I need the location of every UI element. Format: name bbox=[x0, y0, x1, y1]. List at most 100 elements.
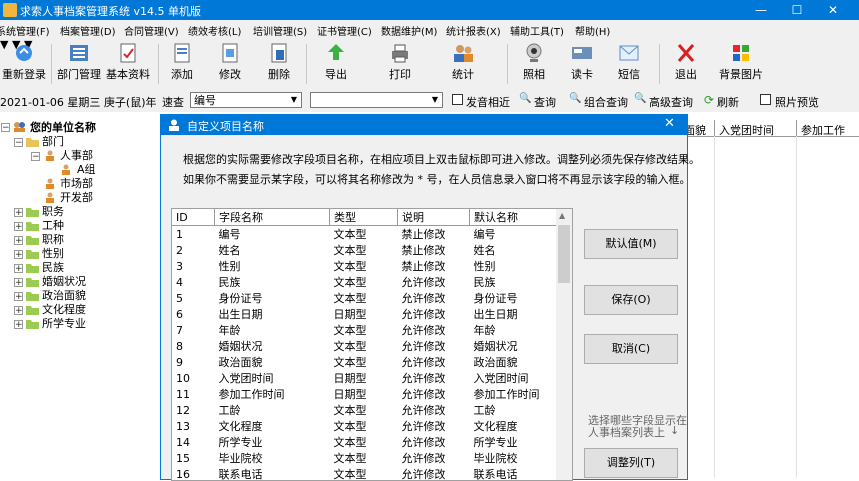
cell-id[interactable]: 16 bbox=[172, 466, 215, 481]
query-button[interactable]: 查询 bbox=[534, 94, 556, 110]
tree-node-category[interactable]: 性别 bbox=[42, 247, 64, 261]
cell-type[interactable]: 日期型 bbox=[330, 386, 398, 402]
cell-desc[interactable]: 允许修改 bbox=[398, 466, 470, 481]
cell-field-name[interactable]: 性别 bbox=[215, 258, 330, 274]
table-row[interactable]: 3性别文本型禁止修改性别 bbox=[172, 258, 564, 274]
tree-node-category[interactable]: 政治面貌 bbox=[42, 289, 86, 303]
cell-type[interactable]: 文本型 bbox=[330, 466, 398, 481]
vertical-scrollbar[interactable]: ▲ bbox=[556, 209, 572, 480]
menu-help[interactable]: 帮助(H) bbox=[575, 23, 610, 38]
cell-default-name[interactable]: 参加工作时间 bbox=[470, 386, 565, 402]
menu-contract[interactable]: 合同管理(V) bbox=[124, 23, 179, 38]
expand-toggle[interactable]: + bbox=[14, 320, 23, 329]
cell-default-name[interactable]: 文化程度 bbox=[470, 418, 565, 434]
cell-desc[interactable]: 允许修改 bbox=[398, 306, 470, 322]
minimize-button[interactable]: — bbox=[743, 0, 779, 20]
cell-id[interactable]: 6 bbox=[172, 306, 215, 322]
cell-id[interactable]: 2 bbox=[172, 242, 215, 258]
delete-button[interactable]: 删除 bbox=[259, 42, 299, 86]
menu-archive[interactable]: 档案管理(D) bbox=[60, 23, 116, 38]
cell-default-name[interactable]: 出生日期 bbox=[470, 306, 565, 322]
cell-field-name[interactable]: 身份证号 bbox=[215, 290, 330, 306]
column-header-id[interactable]: ID bbox=[172, 209, 215, 226]
basic-info-button[interactable]: 基本资料 bbox=[104, 42, 152, 86]
cell-field-name[interactable]: 政治面貌 bbox=[215, 354, 330, 370]
cell-default-name[interactable]: 工龄 bbox=[470, 402, 565, 418]
edit-button[interactable]: 修改 bbox=[210, 42, 250, 86]
cell-default-name[interactable]: 联系电话 bbox=[470, 466, 565, 481]
cell-field-name[interactable]: 所学专业 bbox=[215, 434, 330, 450]
cell-desc[interactable]: 禁止修改 bbox=[398, 226, 470, 243]
cell-desc[interactable]: 禁止修改 bbox=[398, 242, 470, 258]
tree-node-category[interactable]: 职务 bbox=[42, 205, 64, 219]
cell-desc[interactable]: 允许修改 bbox=[398, 338, 470, 354]
cell-desc[interactable]: 允许修改 bbox=[398, 322, 470, 338]
close-icon[interactable]: ✕ bbox=[664, 116, 675, 131]
table-row[interactable]: 6出生日期日期型允许修改出生日期 bbox=[172, 306, 564, 322]
cell-id[interactable]: 5 bbox=[172, 290, 215, 306]
menu-tools[interactable]: 辅助工具(T) bbox=[510, 23, 564, 38]
cell-id[interactable]: 7 bbox=[172, 322, 215, 338]
expand-toggle[interactable]: + bbox=[14, 250, 23, 259]
cell-default-name[interactable]: 入党团时间 bbox=[470, 370, 565, 386]
cell-field-name[interactable]: 参加工作时间 bbox=[215, 386, 330, 402]
adjust-columns-button[interactable]: 调整列(T) bbox=[584, 448, 678, 478]
table-row[interactable]: 11参加工作时间日期型允许修改参加工作时间 bbox=[172, 386, 564, 402]
refresh-button[interactable]: 刷新 bbox=[717, 94, 739, 110]
tree-node-a-group[interactable]: A组 bbox=[77, 163, 96, 177]
cell-field-name[interactable]: 出生日期 bbox=[215, 306, 330, 322]
tree-node-category[interactable]: 所学专业 bbox=[42, 317, 86, 331]
cell-type[interactable]: 文本型 bbox=[330, 226, 398, 243]
query-input[interactable]: ▼ bbox=[310, 92, 443, 108]
cell-field-name[interactable]: 文化程度 bbox=[215, 418, 330, 434]
cell-type[interactable]: 文本型 bbox=[330, 338, 398, 354]
expand-toggle[interactable]: + bbox=[14, 236, 23, 245]
cell-type[interactable]: 文本型 bbox=[330, 242, 398, 258]
column-header-name[interactable]: 字段名称 bbox=[215, 209, 330, 226]
menu-certificate[interactable]: 证书管理(C) bbox=[317, 23, 372, 38]
field-select[interactable]: 编号 ▼ bbox=[190, 92, 302, 108]
cell-default-name[interactable]: 政治面貌 bbox=[470, 354, 565, 370]
menu-report[interactable]: 统计报表(X) bbox=[446, 23, 501, 38]
cell-default-name[interactable]: 婚姻状况 bbox=[470, 338, 565, 354]
cell-id[interactable]: 4 bbox=[172, 274, 215, 290]
collapse-toggle[interactable]: − bbox=[1, 123, 10, 132]
relogin-button[interactable]: 重新登录 bbox=[0, 42, 48, 86]
tree-node-category[interactable]: 工种 bbox=[42, 219, 64, 233]
expand-toggle[interactable]: + bbox=[14, 264, 23, 273]
cell-id[interactable]: 11 bbox=[172, 386, 215, 402]
column-header-desc[interactable]: 说明 bbox=[398, 209, 470, 226]
table-row[interactable]: 10入党团时间日期型允许修改入党团时间 bbox=[172, 370, 564, 386]
grid-header-cell[interactable]: 入党团时间 bbox=[719, 122, 774, 138]
cell-id[interactable]: 9 bbox=[172, 354, 215, 370]
cell-default-name[interactable]: 身份证号 bbox=[470, 290, 565, 306]
similar-sound-checkbox[interactable] bbox=[452, 94, 463, 105]
cell-id[interactable]: 3 bbox=[172, 258, 215, 274]
cell-id[interactable]: 10 bbox=[172, 370, 215, 386]
dept-manage-button[interactable]: 部门管理 bbox=[55, 42, 103, 86]
cell-default-name[interactable]: 性别 bbox=[470, 258, 565, 274]
cell-desc[interactable]: 允许修改 bbox=[398, 386, 470, 402]
cell-default-name[interactable]: 所学专业 bbox=[470, 434, 565, 450]
cell-field-name[interactable]: 毕业院校 bbox=[215, 450, 330, 466]
table-row[interactable]: 5身份证号文本型允许修改身份证号 bbox=[172, 290, 564, 306]
cell-field-name[interactable]: 编号 bbox=[215, 226, 330, 243]
table-row[interactable]: 15毕业院校文本型允许修改毕业院校 bbox=[172, 450, 564, 466]
cell-desc[interactable]: 允许修改 bbox=[398, 354, 470, 370]
save-button[interactable]: 保存(O) bbox=[584, 285, 678, 315]
cell-id[interactable]: 15 bbox=[172, 450, 215, 466]
export-button[interactable]: 导出 bbox=[316, 42, 356, 86]
collapse-toggle[interactable]: − bbox=[14, 138, 23, 147]
expand-toggle[interactable]: + bbox=[14, 306, 23, 315]
cell-type[interactable]: 日期型 bbox=[330, 306, 398, 322]
table-row[interactable]: 9政治面貌文本型允许修改政治面貌 bbox=[172, 354, 564, 370]
menu-performance[interactable]: 绩效考核(L) bbox=[188, 23, 241, 38]
combo-query-button[interactable]: 组合查询 bbox=[584, 94, 628, 110]
cell-desc[interactable]: 允许修改 bbox=[398, 274, 470, 290]
table-row[interactable]: 14所学专业文本型允许修改所学专业 bbox=[172, 434, 564, 450]
tree-node-market[interactable]: 市场部 bbox=[60, 177, 93, 191]
cell-type[interactable]: 文本型 bbox=[330, 354, 398, 370]
cell-field-name[interactable]: 年龄 bbox=[215, 322, 330, 338]
cell-field-name[interactable]: 联系电话 bbox=[215, 466, 330, 481]
column-header-type[interactable]: 类型 bbox=[330, 209, 398, 226]
